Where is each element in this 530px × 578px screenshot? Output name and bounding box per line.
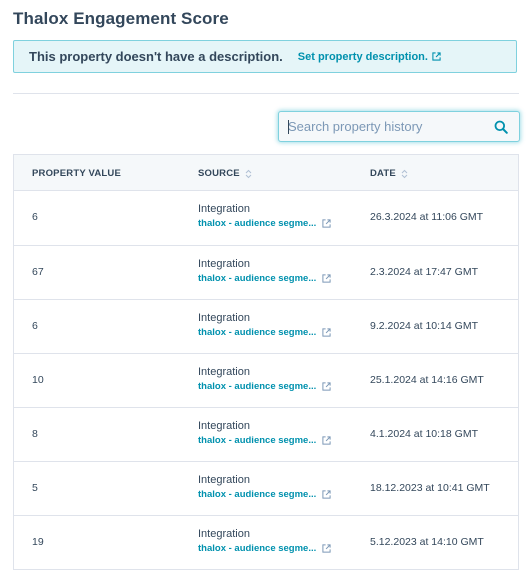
- date-cell: 26.3.2024 at 11:06 GMT: [370, 211, 484, 223]
- source-type: Integration: [198, 312, 250, 324]
- source-name: thalox - audience segme...: [198, 543, 317, 554]
- source-name: thalox - audience segme...: [198, 381, 317, 392]
- date-cell: 4.1.2024 at 10:18 GMT: [370, 428, 478, 440]
- property-value: 19: [32, 536, 44, 548]
- external-link-icon: [322, 544, 331, 553]
- property-value: 6: [32, 320, 38, 332]
- source-cell: Integration thalox - audience segme...: [198, 528, 331, 555]
- source-name: thalox - audience segme...: [198, 218, 317, 229]
- source-link[interactable]: thalox - audience segme...: [198, 434, 331, 447]
- text-cursor: [288, 120, 289, 134]
- date-cell: 5.12.2023 at 14:10 GMT: [370, 536, 484, 548]
- source-link[interactable]: thalox - audience segme...: [198, 217, 331, 230]
- source-cell: Integration thalox - audience segme...: [198, 203, 331, 230]
- source-link[interactable]: thalox - audience segme...: [198, 380, 331, 393]
- external-link-icon: [322, 328, 331, 337]
- table-header: PROPERTY VALUE SOURCE DATE: [14, 155, 518, 191]
- description-banner: This property doesn't have a description…: [13, 40, 517, 73]
- source-link[interactable]: thalox - audience segme...: [198, 542, 331, 555]
- column-header-date[interactable]: DATE: [370, 168, 408, 179]
- column-header-value-label: PROPERTY VALUE: [32, 168, 122, 179]
- external-link-icon: [432, 52, 441, 61]
- property-history-panel: Thalox Engagement Score This property do…: [0, 0, 530, 578]
- table-row: 67 Integration thalox - audience segme..…: [14, 246, 518, 300]
- column-header-source[interactable]: SOURCE: [198, 168, 252, 179]
- date-cell: 9.2.2024 at 10:14 GMT: [370, 320, 478, 332]
- property-value: 10: [32, 374, 44, 386]
- source-link[interactable]: thalox - audience segme...: [198, 326, 331, 339]
- source-cell: Integration thalox - audience segme...: [198, 474, 331, 501]
- source-type: Integration: [198, 366, 250, 378]
- external-link-icon: [322, 219, 331, 228]
- property-value: 5: [32, 482, 38, 494]
- table-row: 6 Integration thalox - audience segme...…: [14, 191, 518, 246]
- table-row: 6 Integration thalox - audience segme...…: [14, 300, 518, 354]
- date-cell: 2.3.2024 at 17:47 GMT: [370, 266, 478, 278]
- divider: [13, 93, 519, 94]
- table-row: 10 Integration thalox - audience segme..…: [14, 354, 518, 408]
- date-cell: 18.12.2023 at 10:41 GMT: [370, 482, 490, 494]
- source-cell: Integration thalox - audience segme...: [198, 366, 331, 393]
- external-link-icon: [322, 490, 331, 499]
- external-link-icon: [322, 274, 331, 283]
- source-link[interactable]: thalox - audience segme...: [198, 488, 331, 501]
- description-text: This property doesn't have a description…: [29, 49, 283, 64]
- set-description-link[interactable]: Set property description.: [298, 51, 441, 63]
- sort-icon[interactable]: [401, 169, 408, 179]
- table-row: 5 Integration thalox - audience segme...…: [14, 462, 518, 516]
- source-name: thalox - audience segme...: [198, 489, 317, 500]
- set-description-label: Set property description.: [297, 50, 428, 63]
- page-title: Thalox Engagement Score: [13, 9, 229, 28]
- property-value: 6: [32, 211, 38, 223]
- column-header-value: PROPERTY VALUE: [32, 168, 121, 179]
- column-header-source-label: SOURCE: [198, 168, 240, 179]
- external-link-icon: [322, 436, 331, 445]
- search-icon[interactable]: [494, 120, 508, 134]
- source-type: Integration: [198, 474, 250, 486]
- table-row: 8 Integration thalox - audience segme...…: [14, 408, 518, 462]
- table-row: 19 Integration thalox - audience segme..…: [14, 516, 518, 570]
- property-value: 8: [32, 428, 38, 440]
- source-type: Integration: [198, 420, 250, 432]
- property-value: 67: [32, 266, 44, 278]
- table-body: 6 Integration thalox - audience segme...…: [14, 191, 518, 570]
- source-link[interactable]: thalox - audience segme...: [198, 272, 331, 285]
- source-type: Integration: [198, 528, 250, 540]
- search-input[interactable]: [279, 112, 488, 141]
- source-name: thalox - audience segme...: [198, 327, 317, 338]
- property-history-table: PROPERTY VALUE SOURCE DATE 6 Integration…: [13, 154, 519, 570]
- column-header-date-label: DATE: [370, 168, 396, 179]
- sort-icon[interactable]: [245, 169, 252, 179]
- source-type: Integration: [198, 203, 250, 215]
- source-name: thalox - audience segme...: [198, 273, 317, 284]
- source-name: thalox - audience segme...: [198, 435, 317, 446]
- source-type: Integration: [198, 258, 250, 270]
- external-link-icon: [322, 382, 331, 391]
- date-cell: 25.1.2024 at 14:16 GMT: [370, 374, 484, 386]
- source-cell: Integration thalox - audience segme...: [198, 312, 331, 339]
- search-box: [278, 111, 520, 142]
- source-cell: Integration thalox - audience segme...: [198, 258, 331, 285]
- source-cell: Integration thalox - audience segme...: [198, 420, 331, 447]
